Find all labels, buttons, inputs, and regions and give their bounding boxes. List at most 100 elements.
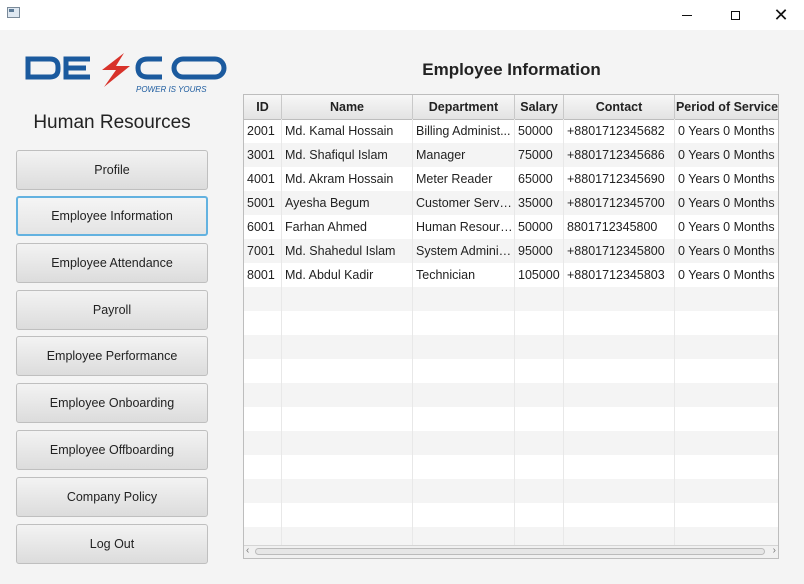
table-cell <box>515 335 564 359</box>
table-cell: 65000 <box>515 167 564 191</box>
table-cell: Human Resources <box>413 215 515 239</box>
table-cell <box>244 407 282 431</box>
table-cell <box>564 383 675 407</box>
table-cell <box>282 287 413 311</box>
nav-profile-button[interactable]: Profile <box>16 150 208 190</box>
maximize-button[interactable] <box>712 0 758 30</box>
nav-payroll-button[interactable]: Payroll <box>16 290 208 330</box>
horizontal-scrollbar[interactable]: ‹ › <box>244 545 778 558</box>
table-cell: Md. Akram Hossain <box>282 167 413 191</box>
column-header-name[interactable]: Name <box>282 95 413 119</box>
minimize-button[interactable] <box>664 0 710 30</box>
nav-employee-performance-button[interactable]: Employee Performance <box>16 336 208 376</box>
table-cell <box>282 311 413 335</box>
table-cell: Customer Servic... <box>413 191 515 215</box>
table-row[interactable] <box>244 335 778 359</box>
scroll-left-icon[interactable]: ‹ <box>246 545 249 556</box>
table-cell <box>564 335 675 359</box>
table-row[interactable]: 7001 Md. Shahedul Islam System Adminis... 9… <box>244 239 778 263</box>
table-row[interactable]: 8001 Md. Abdul Kadir Technician 105000 +8801… <box>244 263 778 287</box>
nav-employee-offboarding-button[interactable]: Employee Offboarding <box>16 430 208 470</box>
employee-table[interactable]: ID Name Department Salary Contact Period… <box>243 94 779 559</box>
table-cell <box>413 311 515 335</box>
nav-employee-onboarding-button[interactable]: Employee Onboarding <box>16 383 208 423</box>
table-cell <box>515 431 564 455</box>
column-header-id[interactable]: ID <box>244 95 282 119</box>
column-header-period-of-service[interactable]: Period of Service <box>675 95 778 119</box>
table-cell <box>675 311 778 335</box>
table-cell <box>413 431 515 455</box>
table-cell: 0 Years 0 Months <box>675 263 778 287</box>
table-cell: 35000 <box>515 191 564 215</box>
table-cell: Md. Shafiqul Islam <box>282 143 413 167</box>
table-cell: System Adminis... <box>413 239 515 263</box>
table-cell <box>413 503 515 527</box>
table-cell: +8801712345803 <box>564 263 675 287</box>
table-cell: +8801712345800 <box>564 239 675 263</box>
table-cell <box>244 455 282 479</box>
table-row[interactable]: 6001 Farhan Ahmed Human Resources 50000 8801… <box>244 215 778 239</box>
table-cell <box>244 287 282 311</box>
table-cell <box>564 287 675 311</box>
nav-log-out-button[interactable]: Log Out <box>16 524 208 564</box>
table-cell: 0 Years 0 Months <box>675 215 778 239</box>
table-cell <box>244 431 282 455</box>
sidebar-title: Human Resources <box>33 112 191 133</box>
table-cell: 50000 <box>515 215 564 239</box>
table-cell: Md. Abdul Kadir <box>282 263 413 287</box>
table-row[interactable] <box>244 503 778 527</box>
table-cell: Md. Kamal Hossain <box>282 119 413 143</box>
table-cell: 50000 <box>515 119 564 143</box>
table-cell <box>244 311 282 335</box>
close-button[interactable]: ✕ <box>758 0 804 30</box>
table-cell <box>282 479 413 503</box>
table-cell <box>282 335 413 359</box>
table-row[interactable] <box>244 455 778 479</box>
desco-logo: POWER IS YOURS <box>25 53 227 94</box>
table-row[interactable] <box>244 383 778 407</box>
table-cell <box>515 287 564 311</box>
column-header-salary[interactable]: Salary <box>515 95 564 119</box>
page-title: Employee Information <box>422 60 601 79</box>
table-row[interactable] <box>244 407 778 431</box>
table-cell: 75000 <box>515 143 564 167</box>
table-cell <box>244 503 282 527</box>
table-cell <box>675 479 778 503</box>
table-cell: +8801712345700 <box>564 191 675 215</box>
table-cell <box>564 479 675 503</box>
table-cell: 0 Years 0 Months <box>675 143 778 167</box>
table-row[interactable] <box>244 431 778 455</box>
table-row[interactable]: 3001 Md. Shafiqul Islam Manager 75000 +88017… <box>244 143 778 167</box>
nav-employee-attendance-button[interactable]: Employee Attendance <box>16 243 208 283</box>
nav-employee-information-button[interactable]: Employee Information <box>16 196 208 236</box>
table-cell: Manager <box>413 143 515 167</box>
minimize-icon <box>682 14 692 16</box>
scroll-right-icon[interactable]: › <box>773 545 776 556</box>
nav-company-policy-button[interactable]: Company Policy <box>16 477 208 517</box>
column-header-contact[interactable]: Contact <box>564 95 675 119</box>
table-cell <box>413 407 515 431</box>
close-icon: ✕ <box>773 5 789 25</box>
table-header: ID Name Department Salary Contact Period… <box>244 95 778 120</box>
table-row[interactable]: 2001 Md. Kamal Hossain Billing Administ...… <box>244 119 778 143</box>
table-cell <box>564 311 675 335</box>
table-row[interactable]: 4001 Md. Akram Hossain Meter Reader 65000 +8… <box>244 167 778 191</box>
table-row[interactable] <box>244 287 778 311</box>
table-cell <box>564 431 675 455</box>
table-cell <box>413 383 515 407</box>
table-cell <box>244 479 282 503</box>
table-row[interactable] <box>244 311 778 335</box>
scrollbar-thumb[interactable] <box>255 548 765 555</box>
table-cell <box>282 407 413 431</box>
table-cell <box>675 407 778 431</box>
column-header-department[interactable]: Department <box>413 95 515 119</box>
table-cell: Billing Administ... <box>413 119 515 143</box>
table-row[interactable]: 5001 Ayesha Begum Customer Servic... 35000 +… <box>244 191 778 215</box>
table-cell <box>675 383 778 407</box>
table-row[interactable] <box>244 479 778 503</box>
table-row[interactable] <box>244 359 778 383</box>
table-cell <box>244 335 282 359</box>
table-cell: Meter Reader <box>413 167 515 191</box>
table-cell <box>413 287 515 311</box>
table-cell <box>244 359 282 383</box>
